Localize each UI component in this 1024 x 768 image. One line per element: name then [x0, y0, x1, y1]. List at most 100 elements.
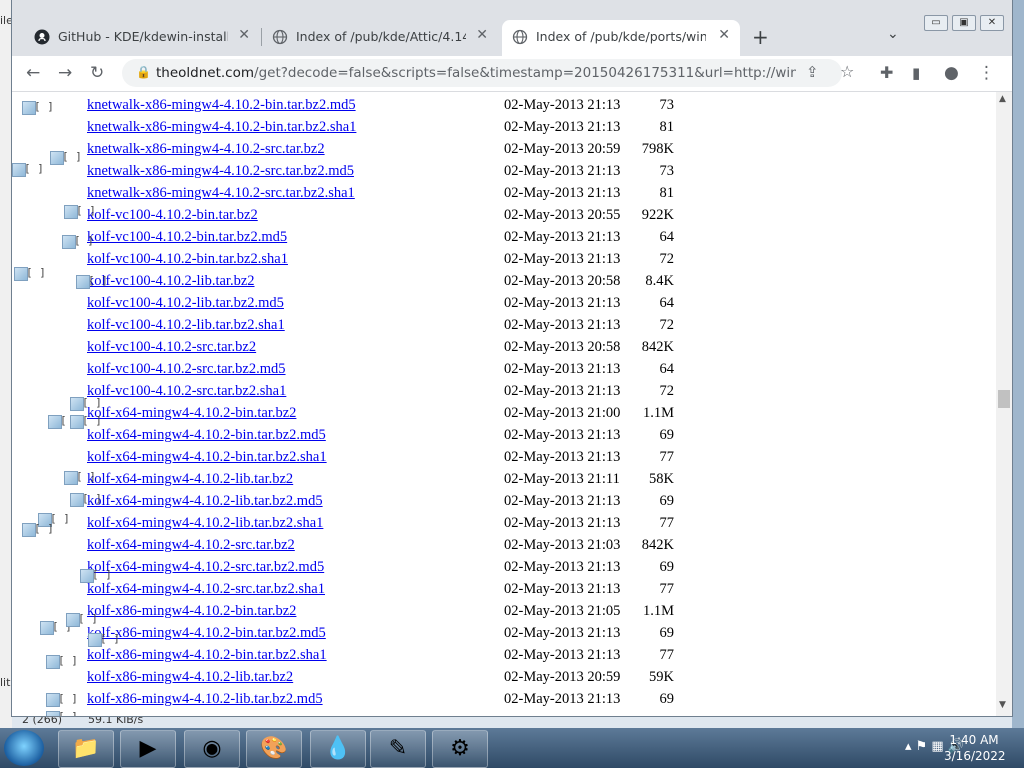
file-size: 81 — [659, 185, 675, 201]
chevron-down-icon[interactable]: ⌄ — [887, 26, 899, 42]
file-size: 64 — [659, 361, 675, 377]
file-link[interactable]: kolf-x64-mingw4-4.10.2-lib.tar.bz2 — [87, 471, 293, 488]
notepad-icon[interactable]: ✎ — [370, 730, 426, 768]
back-arrow-icon[interactable]: ← — [26, 62, 40, 84]
scrollbar-thumb[interactable] — [998, 390, 1010, 408]
file-link[interactable]: kolf-x64-mingw4-4.10.2-lib.tar.bz2.md5 — [87, 493, 323, 510]
file-link[interactable]: kolf-vc100-4.10.2-lib.tar.bz2.sha1 — [87, 317, 285, 334]
listing-row: kolf-x86-mingw4-4.10.2-bin.tar.bz2 02-May… — [12, 600, 996, 622]
broken-image-icon: [ ] — [66, 612, 98, 627]
github-icon — [34, 29, 50, 45]
listing-row: kolf-vc100-4.10.2-bin.tar.bz2.sha1 02-May… — [12, 248, 996, 270]
file-link[interactable]: kolf-x86-mingw4-4.10.2-bin.tar.bz2.md5 — [87, 625, 326, 642]
forward-arrow-icon[interactable]: → — [58, 62, 72, 84]
listing-row: kolf-vc100-4.10.2-lib.tar.bz2.md5 02-May-… — [12, 292, 996, 314]
new-tab-icon[interactable]: + — [752, 25, 769, 49]
share-icon[interactable]: ⇪ — [806, 61, 819, 83]
file-size: 64 — [659, 229, 675, 245]
paint-icon[interactable]: 🎨 — [246, 730, 302, 768]
file-size: 8.4K — [645, 273, 674, 289]
listing-row: kolf-x64-mingw4-4.10.2-lib.tar.bz2.sha1 0… — [12, 512, 996, 534]
file-link[interactable]: kolf-x64-mingw4-4.10.2-src.tar.bz2.md5 — [87, 559, 324, 576]
file-link[interactable]: knetwalk-x86-mingw4-4.10.2-bin.tar.bz2.s… — [87, 119, 356, 136]
kde-icon[interactable]: ⚙ — [432, 730, 488, 768]
file-link[interactable]: kolf-x64-mingw4-4.10.2-bin.tar.bz2 — [87, 405, 296, 422]
file-link[interactable]: kolf-vc100-4.10.2-bin.tar.bz2.md5 — [87, 229, 287, 246]
extensions-puzzle-icon[interactable]: ✚ — [880, 62, 893, 84]
close-tab-icon[interactable]: ✕ — [476, 27, 488, 43]
address-bar[interactable]: 🔒 theoldnet.com/get?decode=false&scripts… — [122, 59, 854, 87]
file-link[interactable]: kolf-x86-mingw4-4.10.2-lib.tar.bz2 — [87, 669, 293, 686]
file-size: 72 — [659, 383, 675, 399]
file-link[interactable]: kolf-vc100-4.10.2-bin.tar.bz2.sha1 — [87, 251, 288, 268]
vertical-scrollbar[interactable]: ▲ ▼ — [996, 92, 1012, 716]
close-tab-icon[interactable]: ✕ — [238, 27, 250, 43]
file-link[interactable]: knetwalk-x86-mingw4-4.10.2-bin.tar.bz2.m… — [87, 97, 356, 114]
background-text: lit — [0, 676, 11, 689]
file-link[interactable]: knetwalk-x86-mingw4-4.10.2-src.tar.bz2.s… — [87, 185, 355, 202]
file-size: 922K — [641, 207, 674, 223]
media-player-icon[interactable]: ▶ — [120, 730, 176, 768]
file-link[interactable]: knetwalk-x86-mingw4-4.10.2-src.tar.bz2 — [87, 141, 325, 158]
file-link[interactable]: kolf-vc100-4.10.2-bin.tar.bz2 — [87, 207, 258, 224]
url-text[interactable]: theoldnet.com/get?decode=false&scripts=f… — [156, 65, 796, 81]
file-date: 02-May-2013 21:13 — [504, 427, 621, 443]
minimize-button[interactable]: ▭ — [924, 15, 948, 31]
start-button[interactable] — [4, 730, 44, 766]
url-path: /get?decode=false&scripts=false&timestam… — [254, 65, 796, 81]
maximize-button[interactable]: ▣ — [952, 15, 976, 31]
window-controls: ▭ ▣ ✕ — [920, 10, 1004, 31]
file-link[interactable]: kolf-x64-mingw4-4.10.2-src.tar.bz2 — [87, 537, 295, 554]
file-size: 77 — [659, 515, 675, 531]
broken-image-icon: [ ] — [64, 470, 96, 485]
reload-icon[interactable]: ↻ — [90, 62, 104, 84]
side-panel-icon[interactable]: ▮ — [912, 62, 920, 84]
explorer-icon[interactable]: 📁 — [58, 730, 114, 768]
file-link[interactable]: knetwalk-x86-mingw4-4.10.2-src.tar.bz2.m… — [87, 163, 354, 180]
listing-row: kolf-x64-mingw4-4.10.2-lib.tar.bz2.md5 02… — [12, 490, 996, 512]
file-size: 69 — [659, 691, 675, 707]
close-tab-icon[interactable]: ✕ — [718, 27, 730, 43]
clock[interactable]: 1:40 AM 3/16/2022 — [944, 732, 1006, 764]
listing-row: kolf-x64-mingw4-4.10.2-bin.tar.bz2 02-May… — [12, 402, 996, 424]
file-size: 1.1M — [642, 603, 674, 619]
file-date: 02-May-2013 21:13 — [504, 97, 621, 113]
globe-icon — [512, 29, 528, 45]
file-link[interactable]: kolf-x86-mingw4-4.10.2-lib.tar.bz2.md5 — [87, 691, 323, 708]
tab-ports-index[interactable]: Index of /pub/kde/ports/win32/r ✕ — [502, 20, 740, 56]
file-size: 73 — [659, 163, 675, 179]
listing-row: kolf-x86-mingw4-4.10.2-bin.tar.bz2.md5 02… — [12, 622, 996, 644]
scroll-down-icon[interactable]: ▼ — [999, 700, 1006, 710]
file-link[interactable]: kolf-vc100-4.10.2-src.tar.bz2.sha1 — [87, 383, 286, 400]
file-link[interactable]: kolf-vc100-4.10.2-src.tar.bz2 — [87, 339, 256, 356]
file-date: 02-May-2013 21:13 — [504, 229, 621, 245]
file-link[interactable]: kolf-vc100-4.10.2-lib.tar.bz2 — [87, 273, 255, 290]
file-link[interactable]: kolf-vc100-4.10.2-src.tar.bz2.md5 — [87, 361, 286, 378]
tab-github[interactable]: GitHub - KDE/kdewin-installer at ✕ — [24, 20, 260, 56]
file-link[interactable]: kolf-vc100-4.10.2-lib.tar.bz2.md5 — [87, 295, 284, 312]
url-domain: theoldnet.com — [156, 65, 255, 81]
broken-image-icon: [ ] — [80, 568, 112, 583]
water-drop-icon[interactable]: 💧 — [310, 730, 366, 768]
scroll-up-icon[interactable]: ▲ — [999, 94, 1006, 104]
tab-attic-index[interactable]: Index of /pub/kde/Attic/4.14.3/src ✕ — [262, 20, 498, 56]
file-link[interactable]: kolf-x64-mingw4-4.10.2-lib.tar.bz2.sha1 — [87, 515, 323, 532]
tab-title: Index of /pub/kde/ports/win32/r — [536, 29, 706, 44]
listing-row: kolf-x64-mingw4-4.10.2-src.tar.bz2.md5 02… — [12, 556, 996, 578]
listing-row: knetwalk-x86-mingw4-4.10.2-src.tar.bz2 02… — [12, 138, 996, 160]
profile-avatar-icon[interactable]: ● — [944, 62, 959, 84]
file-link[interactable]: kolf-x86-mingw4-4.10.2-bin.tar.bz2 — [87, 603, 296, 620]
chrome-icon[interactable]: ◉ — [184, 730, 240, 768]
file-size: 59K — [649, 669, 674, 685]
close-window-button[interactable]: ✕ — [980, 15, 1004, 31]
file-link[interactable]: kolf-x64-mingw4-4.10.2-src.tar.bz2.sha1 — [87, 581, 325, 598]
file-link[interactable]: kolf-x64-mingw4-4.10.2-bin.tar.bz2.sha1 — [87, 449, 327, 466]
file-link[interactable]: kolf-x86-mingw4-4.10.2-bin.tar.bz2.sha1 — [87, 647, 327, 664]
file-link[interactable]: kolf-x64-mingw4-4.10.2-bin.tar.bz2.md5 — [87, 427, 326, 444]
tab-title: Index of /pub/kde/Attic/4.14.3/src — [296, 29, 466, 44]
file-size: 72 — [659, 317, 675, 333]
file-date: 02-May-2013 20:59 — [504, 669, 621, 685]
file-date: 02-May-2013 21:13 — [504, 119, 621, 135]
menu-kebab-icon[interactable]: ⋮ — [978, 62, 995, 84]
bookmark-star-icon[interactable]: ☆ — [840, 61, 854, 83]
